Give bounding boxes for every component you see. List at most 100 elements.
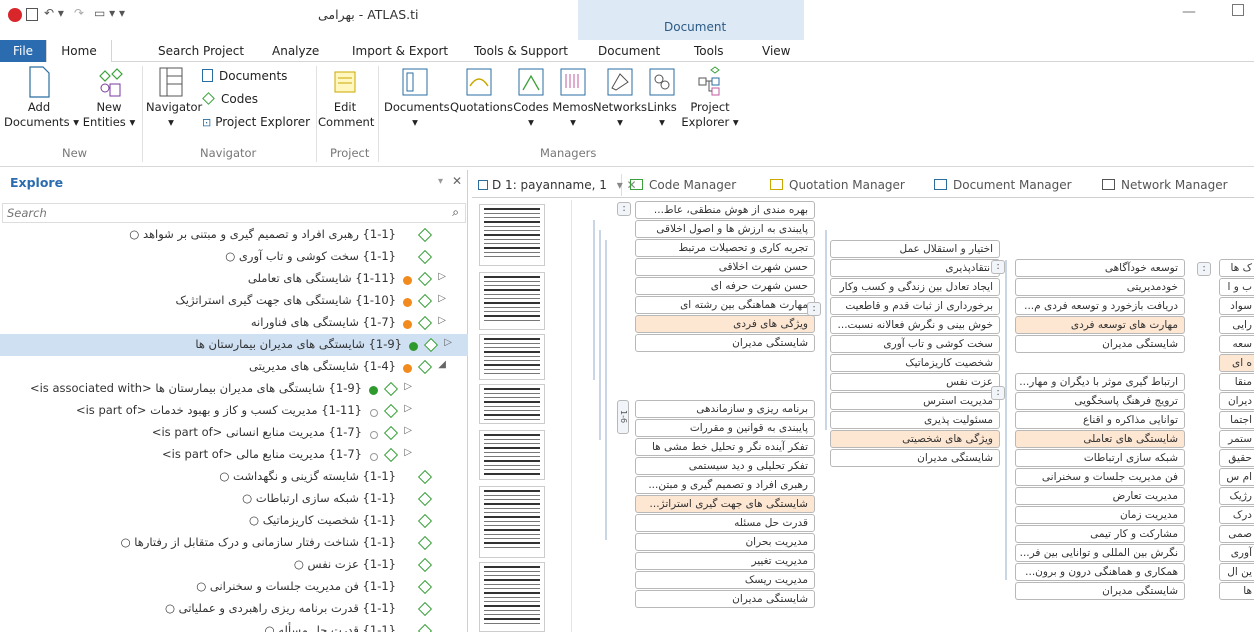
code-box[interactable]: مدیریت تعارض <box>1015 487 1185 505</box>
codes-manager-button[interactable]: Codes ▾ <box>510 66 552 130</box>
expand-arrow-icon[interactable]: ▷ <box>438 271 446 282</box>
code-box[interactable]: درک <box>1219 506 1254 524</box>
navigator-button[interactable]: Navigator ▾ <box>146 66 202 130</box>
code-box[interactable]: حسن شهرت اخلاقی <box>635 258 815 276</box>
page-thumbnail[interactable] <box>479 562 545 632</box>
code-box[interactable]: برنامه ریزی و سازماندهی <box>635 400 815 418</box>
code-box[interactable]: آوری <box>1219 544 1254 562</box>
code-box[interactable]: دیران <box>1219 392 1254 410</box>
code-box[interactable]: سخت کوشی و تاب آوری <box>830 335 1000 353</box>
code-box[interactable]: تفکر آینده نگر و تحلیل خط مشی ها <box>635 438 815 456</box>
tab-document-manager[interactable]: Document Manager <box>934 174 1072 196</box>
code-box[interactable]: بهره مندی از هوش منطقی، عاط... <box>635 201 815 219</box>
atlas-logo-icon[interactable] <box>8 8 22 22</box>
code-box[interactable]: مهارت های توسعه فردی <box>1015 316 1185 334</box>
collapse-arrow-icon[interactable]: ◢ <box>438 359 446 370</box>
quotation-marker-icon[interactable]: : <box>1197 262 1211 276</box>
close-icon[interactable]: ✕ <box>452 174 462 188</box>
quotation-marker-icon[interactable]: : <box>991 386 1005 400</box>
memos-manager-button[interactable]: Memos ▾ <box>550 66 596 130</box>
tab-tools-support[interactable]: Tools & Support <box>474 40 568 62</box>
code-box[interactable]: خودمدیریتی <box>1015 278 1185 296</box>
code-box[interactable]: مدیریت تغییر <box>635 552 815 570</box>
pane-options-icon[interactable]: ▾ <box>438 176 443 187</box>
tree-row[interactable]: {1-11} مدیریت کسب و کاز و بهبود خدمات <i… <box>10 400 462 422</box>
code-box[interactable]: مدیریت زمان <box>1015 506 1185 524</box>
code-box[interactable]: اختیار و استقلال عمل <box>830 240 1000 258</box>
code-box[interactable]: مدیریت ریسک <box>635 571 815 589</box>
tree-row[interactable]: {1-1} رهبری افراد و تصمیم گیری و مبتنی ب… <box>10 224 462 246</box>
code-box[interactable]: برخورداری از ثبات قدم و قاطعیت <box>830 297 1000 315</box>
code-box[interactable]: صمی <box>1219 525 1254 543</box>
nav-codes-item[interactable]: Codes <box>202 92 258 106</box>
code-box[interactable]: ایجاد تعادل بین زندگی و کسب وکار <box>830 278 1000 296</box>
tab-document-d1[interactable]: D 1: payanname, 1 ▾ ✕ <box>478 174 637 196</box>
code-box[interactable]: خوش بینی و نگرش فعالانه نسبت... <box>830 316 1000 334</box>
quotation-marker-icon[interactable]: : <box>807 302 821 316</box>
tree-row[interactable]: {1-1} شخصیت کاریزماتیک ○ <box>10 510 462 532</box>
expand-arrow-icon[interactable]: ▷ <box>404 381 412 392</box>
code-box[interactable]: توسعه خودآگاهی <box>1015 259 1185 277</box>
tab-view[interactable]: View <box>762 40 790 62</box>
tree-row[interactable]: {1-1} شایسته گزینی و نگهداشت ○ <box>10 466 462 488</box>
documents-manager-button[interactable]: Documents ▾ <box>384 66 450 130</box>
code-box[interactable]: ام س <box>1219 468 1254 486</box>
tree-row[interactable]: {1-4} شایستگی های مدیریتی ◢ <box>10 356 462 378</box>
code-box[interactable]: ه ای <box>1219 354 1254 372</box>
page-thumbnail[interactable] <box>479 486 545 558</box>
code-box[interactable]: شایستگی مدیران <box>1015 335 1185 353</box>
tab-file[interactable]: File <box>0 40 46 62</box>
code-box[interactable]: رژیک <box>1219 487 1254 505</box>
code-box[interactable]: عزت نفس <box>830 373 1000 391</box>
code-box[interactable]: حقیق <box>1219 449 1254 467</box>
code-box[interactable]: شایستگی مدیران <box>635 590 815 608</box>
tree-row[interactable]: {1-1} شبکه سازی ارتباطات ○ <box>10 488 462 510</box>
code-box[interactable]: ارتباط گیری موثر با دیگران و مهار... <box>1015 373 1185 391</box>
code-box[interactable]: حسن شهرت حرفه ای <box>635 277 815 295</box>
code-box[interactable]: ب و ا <box>1219 278 1254 296</box>
tab-document[interactable]: Document <box>598 40 660 62</box>
code-box[interactable]: قدرت حل مسئله <box>635 514 815 532</box>
tree-row[interactable]: {1-1} عزت نفس ○ <box>10 554 462 576</box>
tree-row[interactable]: {1-7} شایستگی های فناورانه ▷ <box>10 312 462 334</box>
code-box[interactable]: مهارت هماهنگی بین رشته ای <box>635 296 815 314</box>
expand-arrow-icon[interactable]: ▷ <box>438 315 446 326</box>
code-box[interactable]: سواد <box>1219 297 1254 315</box>
tree-row[interactable]: {1-1} قدرت برنامه ریزی راهبردی و عملیاتی… <box>10 598 462 620</box>
tree-row[interactable]: {1-10} شایستگی های جهت گیری استراتژیک ▷ <box>10 290 462 312</box>
expand-arrow-icon[interactable]: ▷ <box>404 403 412 414</box>
code-box[interactable]: شبکه سازی ارتباطات <box>1015 449 1185 467</box>
nav-project-explorer-item[interactable]: ⊡ Project Explorer <box>202 115 310 129</box>
code-box[interactable]: ین ال <box>1219 563 1254 581</box>
code-box[interactable]: شخصیت کاریزماتیک <box>830 354 1000 372</box>
code-box[interactable]: شایستگی های جهت گیری استراتژ... <box>635 495 815 513</box>
tab-search-project[interactable]: Search Project <box>158 40 244 62</box>
code-box[interactable]: تفکر تحلیلی و دید سیستمی <box>635 457 815 475</box>
code-box[interactable]: انتقادپذیری <box>830 259 1000 277</box>
expand-arrow-icon[interactable]: ▷ <box>404 425 412 436</box>
page-thumbnail[interactable] <box>479 334 545 380</box>
tree-row[interactable]: {1-9} شایستگی های مدیران بیمارستان ها <i… <box>10 378 462 400</box>
code-box[interactable]: سعه <box>1219 335 1254 353</box>
search-icon[interactable]: ⌕ <box>452 205 459 220</box>
code-box[interactable]: پایبندی به قوانین و مقررات <box>635 419 815 437</box>
menu-icon[interactable]: ▭ ▾ ▾ <box>94 6 125 20</box>
tab-import-export[interactable]: Import & Export <box>352 40 448 62</box>
new-entities-button[interactable]: New Entities ▾ <box>82 66 136 130</box>
code-box[interactable]: مشارکت و کار تیمی <box>1015 525 1185 543</box>
code-box[interactable]: شایستگی مدیران <box>830 449 1000 467</box>
search-input[interactable] <box>7 205 427 221</box>
code-box[interactable]: تجربه کاری و تحصیلات مرتبط <box>635 239 815 257</box>
code-box[interactable]: منقا <box>1219 373 1254 391</box>
add-documents-button[interactable]: Add Documents ▾ <box>4 66 79 130</box>
tab-code-manager[interactable]: Code Manager <box>630 174 736 196</box>
code-box[interactable]: رهبری افراد و تصمیم گیری و مبتن... <box>635 476 815 494</box>
nav-documents-item[interactable]: Documents <box>202 69 287 83</box>
code-box[interactable]: ترویج فرهنگ پاسخگویی <box>1015 392 1185 410</box>
quotation-marker-icon[interactable]: : <box>617 202 631 216</box>
code-box[interactable]: ویژگی های فردی <box>635 315 815 333</box>
links-manager-button[interactable]: Links ▾ <box>646 66 678 130</box>
page-thumbnail[interactable] <box>479 204 545 266</box>
tab-quotation-manager[interactable]: Quotation Manager <box>770 174 905 196</box>
page-thumbnail[interactable] <box>479 430 545 480</box>
